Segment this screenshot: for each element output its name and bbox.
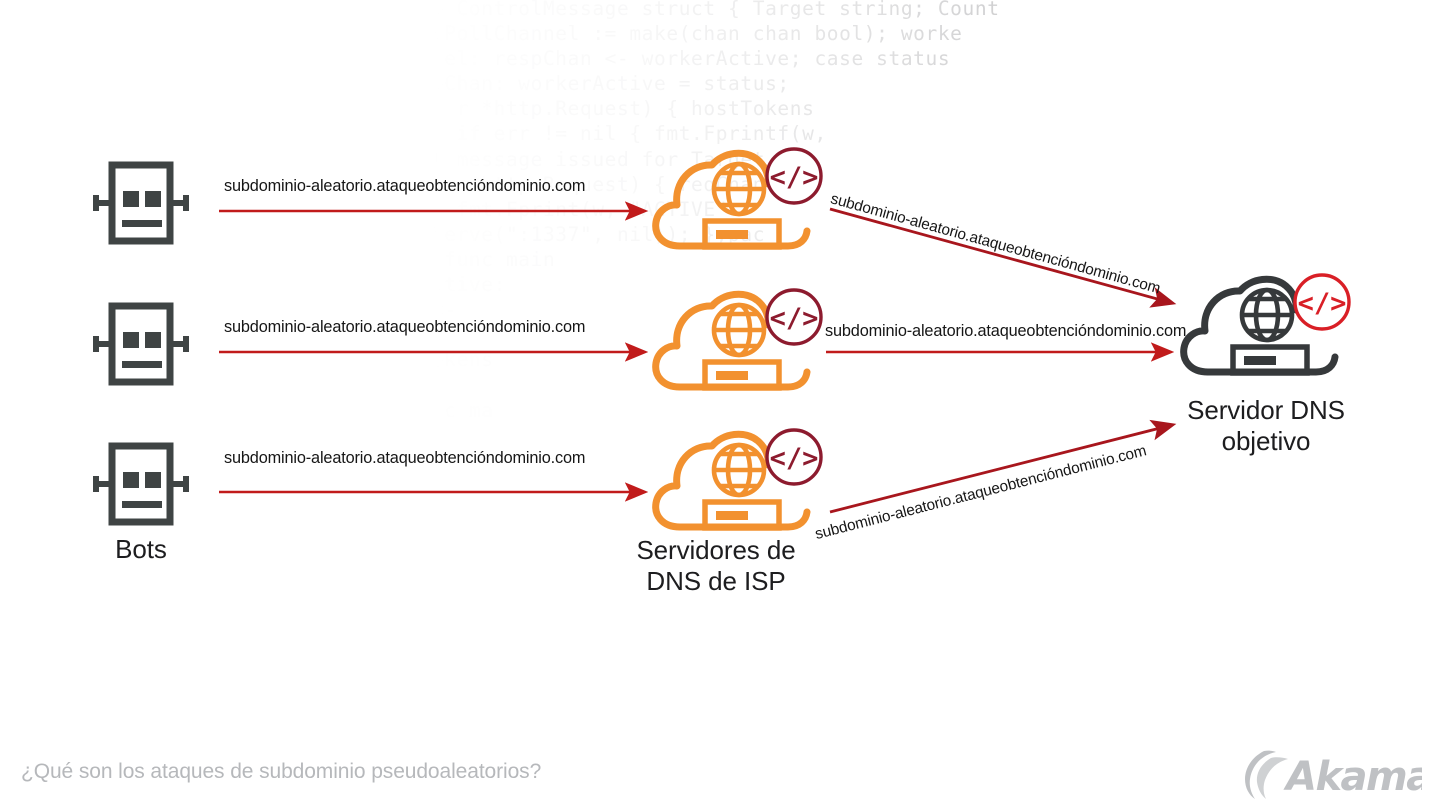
diagram-canvas: "strings" "time" ); type ControlMessage …	[0, 0, 1440, 810]
svg-text:</>: </>	[770, 162, 819, 193]
bot-3[interactable]	[93, 436, 189, 532]
isp-dns-group-label: Servidores de DNS de ISP	[596, 535, 836, 597]
code-badge-icon: </>	[765, 288, 823, 346]
cloud-server-icon: </>	[652, 147, 823, 250]
svg-text:</>: </>	[770, 303, 819, 334]
background-code-line: "strings" "time" ); type ControlMessage …	[0, 0, 1000, 20]
bot-icon	[93, 442, 189, 526]
target-dns-group-label: Servidor DNS objetivo	[1146, 395, 1386, 457]
isp-dns-group-label-line2: DNS de ISP	[646, 566, 786, 596]
cloud-server-icon: </>	[1180, 273, 1351, 376]
bot-icon	[93, 161, 189, 245]
flow-label-bot-1-to-isp-1: subdominio-aleatorio.ataqueobtencióndomi…	[224, 177, 586, 195]
flow-label-isp-2-to-target: subdominio-aleatorio.ataqueobtencióndomi…	[825, 322, 1187, 340]
flow-label-isp-3-to-target: subdominio-aleatorio.ataqueobtencióndomi…	[813, 442, 1149, 544]
arrow-isp-1-to-target	[829, 207, 1177, 308]
isp-dns-2[interactable]: </>	[650, 283, 826, 403]
bots-group-label: Bots	[115, 534, 167, 564]
flow-label-isp-1-to-target: subdominio-aleatorio.ataqueobtencióndomi…	[828, 190, 1163, 298]
svg-text:</>: </>	[1298, 288, 1347, 319]
bot-icon	[93, 302, 189, 386]
akamai-swirl-icon	[1245, 750, 1288, 799]
background-code-line: func(w http.ResponseWriter, r *http.Requ…	[0, 97, 815, 121]
isp-dns-1[interactable]: </>	[650, 142, 826, 262]
cloud-server-icon: </>	[652, 288, 823, 391]
akamai-wordmark: Akamai	[1283, 754, 1422, 800]
background-code-line: chan = make(chan bool); statusPollChanne…	[0, 22, 963, 46]
flow-label-bot-2-to-isp-2: subdominio-aleatorio.ataqueobtencióndomi…	[224, 318, 586, 336]
isp-dns-group-label-line1: Servidores de	[636, 535, 796, 565]
cloud-server-icon: </>	[652, 428, 823, 531]
bot-2[interactable]	[93, 296, 189, 392]
target-dns[interactable]: </>	[1178, 268, 1354, 388]
page-caption: ¿Qué son los ataques de subdominio pseud…	[21, 760, 542, 783]
arrow-isp-3-to-target	[829, 419, 1177, 514]
target-dns-group-label-line2: objetivo	[1221, 426, 1311, 456]
code-badge-icon: </>	[765, 428, 823, 486]
code-badge-icon: </>	[1293, 273, 1351, 331]
svg-text:</>: </>	[770, 443, 819, 474]
target-dns-group-label-line1: Servidor DNS	[1187, 395, 1345, 425]
background-code-line: respChan := <-statusPollChannel: respCha…	[0, 47, 951, 71]
code-badge-icon: </>	[765, 147, 823, 205]
bot-1[interactable]	[93, 155, 189, 251]
flow-label-bot-3-to-isp-3: subdominio-aleatorio.ataqueobtencióndomi…	[224, 449, 586, 467]
background-code-line: status = <- workerCompleteChan: workerAc…	[0, 72, 790, 96]
akamai-logo: Akamai	[1245, 750, 1422, 800]
isp-dns-3[interactable]: </>	[650, 423, 826, 543]
